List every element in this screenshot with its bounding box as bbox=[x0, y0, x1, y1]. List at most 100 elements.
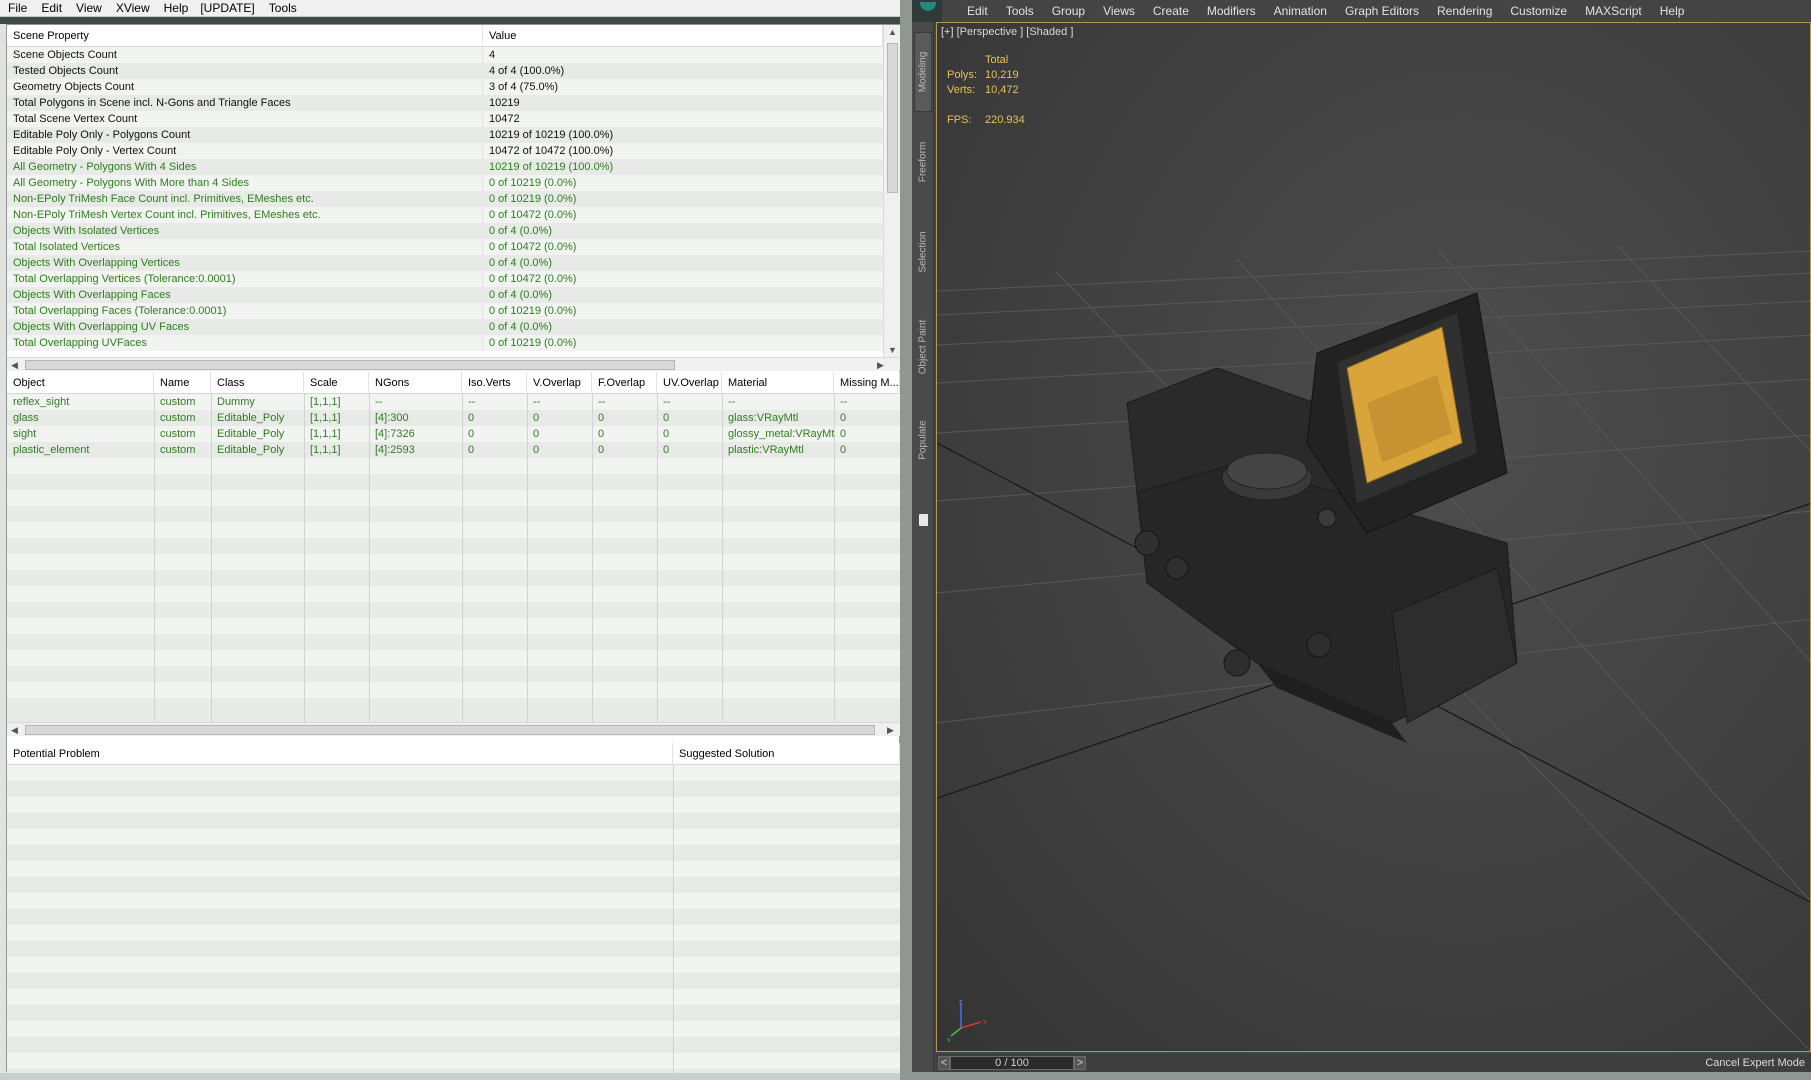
menu-help[interactable]: Help bbox=[156, 0, 195, 16]
scene-grid-row[interactable]: Objects With Overlapping UV Faces 0 of 4 … bbox=[7, 319, 883, 335]
object-cell: 0 bbox=[840, 444, 847, 456]
max-menu-maxscript[interactable]: MAXScript bbox=[1576, 0, 1651, 22]
scene-value-cell: 10219 bbox=[489, 97, 520, 109]
object-grid-header-cell[interactable]: Material bbox=[722, 372, 834, 394]
max-menu-tools[interactable]: Tools bbox=[997, 0, 1043, 22]
scene-grid-row[interactable]: All Geometry - Polygons With 4 Sides 1021… bbox=[7, 159, 883, 175]
object-grid-header-cell[interactable]: NGons bbox=[369, 372, 462, 394]
scene-grid-row[interactable]: Tested Objects Count 4 of 4 (100.0%) bbox=[7, 63, 883, 79]
object-row[interactable]: reflex_sight custom Dummy [1,1,1] -- -- -- -- --… bbox=[7, 394, 900, 410]
menu-edit[interactable]: Edit bbox=[33, 0, 68, 16]
max-menu-rendering[interactable]: Rendering bbox=[1428, 0, 1501, 22]
object-grid-horizontal-scrollbar[interactable]: ◀ ▶ bbox=[7, 722, 900, 736]
object-grid-header-cell[interactable]: Scale bbox=[304, 372, 369, 394]
scene-grid-row[interactable]: Editable Poly Only - Polygons Count 10219… bbox=[7, 127, 883, 143]
time-next-button[interactable]: > bbox=[1074, 1056, 1086, 1070]
object-cell: glass bbox=[13, 412, 39, 424]
object-grid-header-cell[interactable]: UV.Overlap bbox=[657, 372, 722, 394]
scrollbar-thumb[interactable] bbox=[25, 725, 875, 735]
cancel-expert-mode-button[interactable]: Cancel Expert Mode bbox=[1705, 1054, 1805, 1072]
scene-property-cell: Tested Objects Count bbox=[7, 63, 483, 79]
empty-row bbox=[7, 877, 900, 893]
object-grid-header-cell[interactable]: F.Overlap bbox=[592, 372, 657, 394]
time-prev-button[interactable]: < bbox=[938, 1056, 950, 1070]
time-slider[interactable]: 0 / 100 bbox=[950, 1056, 1074, 1070]
empty-row bbox=[7, 506, 900, 522]
empty-row bbox=[7, 909, 900, 925]
menu-update[interactable]: [UPDATE] bbox=[194, 0, 260, 16]
max-menu-customize[interactable]: Customize bbox=[1501, 0, 1576, 22]
scene-grid-row[interactable]: Objects With Overlapping Vertices 0 of 4 … bbox=[7, 255, 883, 271]
scene-grid-row[interactable]: All Geometry - Polygons With More than 4… bbox=[7, 175, 883, 191]
scroll-left-icon[interactable]: ◀ bbox=[11, 358, 18, 372]
object-row[interactable]: plastic_element custom Editable_Poly [1,1,1… bbox=[7, 442, 900, 458]
scene-grid-row[interactable]: Total Isolated Vertices 0 of 10472 (0.0%) bbox=[7, 239, 883, 255]
scene-grid-vertical-scrollbar[interactable]: ▲ ▼ bbox=[883, 25, 900, 357]
scene-grid-row[interactable]: Total Scene Vertex Count 10472 bbox=[7, 111, 883, 127]
menu-file[interactable]: File bbox=[0, 0, 33, 16]
object-grid-header-cell[interactable]: Iso.Verts bbox=[462, 372, 527, 394]
scene-grid-row[interactable]: Editable Poly Only - Vertex Count 10472 o… bbox=[7, 143, 883, 159]
object-cell: glass:VRayMtl bbox=[728, 412, 799, 424]
object-row[interactable]: sight custom Editable_Poly [1,1,1] [4]:7326 0… bbox=[7, 426, 900, 442]
scene-grid-row[interactable]: Objects With Overlapping Faces 0 of 4 (0.… bbox=[7, 287, 883, 303]
object-grid-header-cell[interactable]: Class bbox=[211, 372, 304, 394]
max-logo-icon[interactable] bbox=[912, 0, 942, 22]
scene-grid-row[interactable]: Scene Objects Count 4 bbox=[7, 47, 883, 63]
menu-view[interactable]: View bbox=[68, 0, 108, 16]
max-menu-help[interactable]: Help bbox=[1651, 0, 1694, 22]
scene-value-cell: 0 of 4 (0.0%) bbox=[489, 321, 552, 333]
scene-grid-row[interactable]: Non-EPoly TriMesh Vertex Count incl. Pri… bbox=[7, 207, 883, 223]
scroll-up-icon[interactable]: ▲ bbox=[888, 25, 897, 39]
viewport-label[interactable]: [+] [Perspective ] [Shaded ] bbox=[941, 26, 1073, 38]
scroll-down-icon[interactable]: ▼ bbox=[888, 343, 897, 357]
ribbon-tab-modeling[interactable]: Modeling bbox=[914, 32, 932, 112]
object-grid-header-cell[interactable]: V.Overlap bbox=[527, 372, 592, 394]
max-menu-group[interactable]: Group bbox=[1043, 0, 1094, 22]
header-value[interactable]: Value bbox=[483, 25, 883, 47]
header-suggested-solution[interactable]: Suggested Solution bbox=[673, 743, 900, 765]
max-menu-animation[interactable]: Animation bbox=[1265, 0, 1336, 22]
ribbon-tab-freeform[interactable]: Freeform bbox=[914, 122, 932, 202]
scene-grid-row[interactable]: Total Overlapping UVFaces 0 of 10219 (0.0… bbox=[7, 335, 883, 351]
scrollbar-thumb[interactable] bbox=[887, 43, 898, 193]
gizmo-y-label: y bbox=[947, 1037, 951, 1042]
ribbon-tab-selection[interactable]: Selection bbox=[914, 212, 932, 292]
object-cell: -- bbox=[375, 396, 383, 408]
scene-grid-row[interactable]: Total Polygons in Scene incl. N-Gons and… bbox=[7, 95, 883, 111]
scene-value-cell: 0 of 10219 (0.0%) bbox=[489, 305, 577, 317]
object-cell: [1,1,1] bbox=[310, 412, 341, 424]
object-grid-header-cell[interactable]: Missing M... bbox=[834, 372, 900, 394]
menu-tools[interactable]: Tools bbox=[261, 0, 303, 16]
object-row[interactable]: glass custom Editable_Poly [1,1,1] [4]:300 0 0… bbox=[7, 410, 900, 426]
scene-grid-row[interactable]: Objects With Isolated Vertices 0 of 4 (0.… bbox=[7, 223, 883, 239]
perspective-viewport[interactable]: [+] [Perspective ] [Shaded ] Total Polys… bbox=[936, 22, 1811, 1052]
max-menu-edit[interactable]: Edit bbox=[958, 0, 997, 22]
scene-grid-row[interactable]: Total Overlapping Faces (Tolerance:0.000… bbox=[7, 303, 883, 319]
scene-grid-row[interactable]: Total Overlapping Vertices (Tolerance:0.… bbox=[7, 271, 883, 287]
object-grid-header-cell[interactable]: Object bbox=[7, 372, 154, 394]
scene-property-cell: Objects With Isolated Vertices bbox=[7, 223, 483, 239]
scene-grid-row[interactable]: Geometry Objects Count 3 of 4 (75.0%) bbox=[7, 79, 883, 95]
window-splitter[interactable] bbox=[900, 0, 912, 1080]
scene-grid-row[interactable]: Non-EPoly TriMesh Face Count incl. Primi… bbox=[7, 191, 883, 207]
menu-xview[interactable]: XView bbox=[108, 0, 156, 16]
max-menu-views[interactable]: Views bbox=[1094, 0, 1144, 22]
object-cell: 0 bbox=[598, 428, 605, 440]
scene-grid-horizontal-scrollbar[interactable]: ◀ ▶ bbox=[7, 357, 900, 371]
header-potential-problem[interactable]: Potential Problem bbox=[7, 743, 673, 765]
ribbon-tab-populate[interactable]: Populate bbox=[914, 400, 932, 480]
scroll-right-icon[interactable]: ▶ bbox=[877, 358, 884, 372]
max-menu-create[interactable]: Create bbox=[1144, 0, 1198, 22]
scrollbar-thumb[interactable] bbox=[25, 360, 675, 370]
max-menu-graph-editors[interactable]: Graph Editors bbox=[1336, 0, 1428, 22]
scroll-left-icon[interactable]: ◀ bbox=[11, 723, 18, 737]
status-strip bbox=[0, 1073, 904, 1080]
header-scene-property[interactable]: Scene Property bbox=[7, 25, 483, 47]
scroll-right-icon[interactable]: ▶ bbox=[887, 723, 894, 737]
object-grid-header-cell[interactable]: Name bbox=[154, 372, 211, 394]
ribbon-toggle-icon[interactable] bbox=[919, 514, 928, 526]
scene-property-cell: Geometry Objects Count bbox=[7, 79, 483, 95]
max-menu-modifiers[interactable]: Modifiers bbox=[1198, 0, 1265, 22]
ribbon-tab-object-paint[interactable]: Object Paint bbox=[914, 302, 932, 392]
